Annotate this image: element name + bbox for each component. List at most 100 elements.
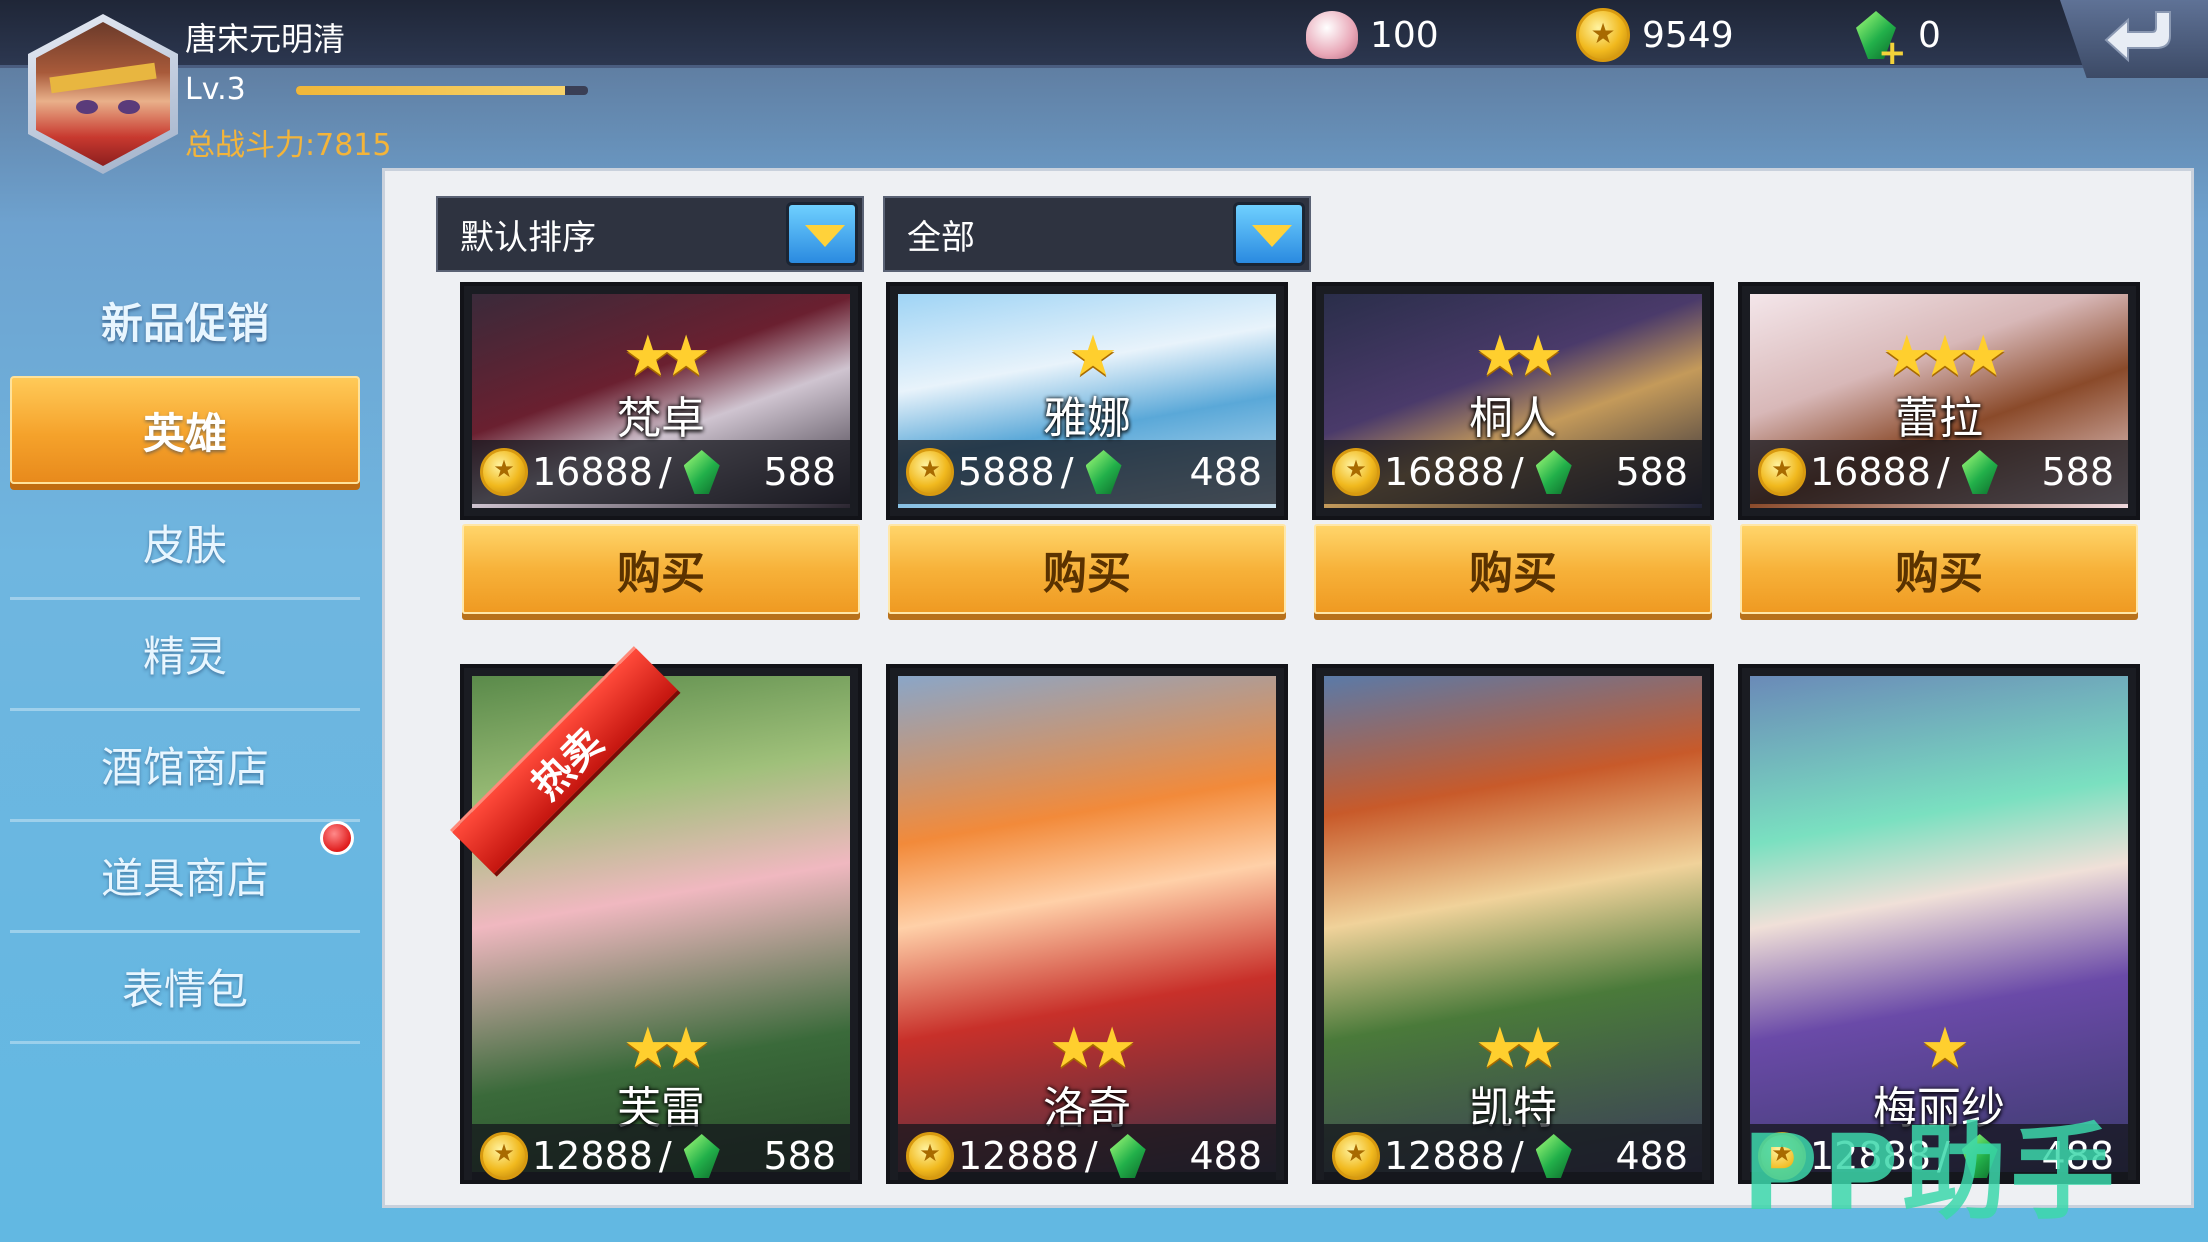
gem-icon	[1085, 450, 1122, 494]
coin-price: 12888	[1384, 1134, 1505, 1178]
notification-badge	[320, 821, 354, 855]
watermark: PP助手	[1742, 1112, 2119, 1234]
player-name: 唐宋元明清	[185, 20, 346, 58]
gem-icon	[683, 1134, 720, 1178]
price-row: 12888 / 488	[898, 1124, 1276, 1180]
gem-count: 0	[1918, 14, 1941, 56]
coin-icon	[906, 1132, 954, 1180]
coin-icon	[1332, 1132, 1380, 1180]
price-separator: /	[1936, 450, 1950, 494]
sidebar-item-item-shop[interactable]: 道具商店	[10, 821, 360, 933]
gem-price: 588	[1615, 450, 1688, 494]
hero-card[interactable]: ★ 雅娜 5888 / 488	[886, 282, 1288, 520]
price-row: 5888 / 488	[898, 440, 1276, 504]
gem-icon	[1535, 1134, 1572, 1178]
avatar-portrait	[36, 22, 170, 166]
hero-card[interactable]: ★★ 梵卓 16888 / 588	[460, 282, 862, 520]
sidebar-item-skins[interactable]: 皮肤	[10, 488, 360, 600]
avatar-eye-right	[118, 100, 140, 114]
gem-price: 588	[763, 450, 836, 494]
price-separator: /	[1510, 1134, 1524, 1178]
hero-card[interactable]: ★★ 芙雷 12888 / 588	[460, 664, 862, 1184]
star-rating: ★★★	[1881, 324, 2009, 389]
coin-price: 12888	[958, 1134, 1079, 1178]
gem-icon	[1535, 450, 1572, 494]
hero-card[interactable]: ★★★ 蕾拉 16888 / 588	[1738, 282, 2140, 520]
buy-button[interactable]: 购买	[888, 524, 1286, 614]
gem-price: 588	[2041, 450, 2114, 494]
sidebar-item-label: 精灵	[142, 632, 227, 681]
coin-price: 16888	[1810, 450, 1931, 494]
hero-card[interactable]: ★★ 桐人 16888 / 588	[1312, 282, 1714, 520]
exp-bar-fill	[296, 86, 565, 95]
gem-icon	[683, 450, 720, 494]
coin-price: 16888	[1384, 450, 1505, 494]
coin-icon	[1758, 448, 1806, 496]
avatar-eye-left	[76, 100, 98, 114]
sidebar-item-heroes[interactable]: 英雄	[10, 376, 360, 484]
price-separator: /	[1060, 450, 1074, 494]
coin-price: 12888	[532, 1134, 653, 1178]
price-row: 16888 / 588	[1324, 440, 1702, 504]
player-level: Lv.3	[185, 72, 246, 107]
price-separator: /	[658, 450, 672, 494]
hero-name: 雅娜	[1043, 393, 1131, 444]
gem-price: 588	[763, 1134, 836, 1178]
chevron-down-icon[interactable]	[786, 202, 858, 266]
coin-price: 5888	[958, 450, 1055, 494]
coin-icon	[480, 448, 528, 496]
buy-button[interactable]: 购买	[1740, 524, 2138, 614]
gem-icon	[1961, 450, 1998, 494]
price-row: 16888 / 588	[472, 440, 850, 504]
star-rating: ★	[1067, 324, 1118, 389]
hero-card[interactable]: ★★ 凯特 12888 / 488	[1312, 664, 1714, 1184]
coin-icon	[906, 448, 954, 496]
total-power: 总战斗力:7815	[185, 128, 392, 163]
price-separator: /	[1084, 1134, 1098, 1178]
hero-name: 梵卓	[617, 393, 705, 444]
category-dropdown-value: 全部	[907, 217, 975, 258]
coin-icon	[1332, 448, 1380, 496]
star-rating: ★★	[1474, 324, 1563, 389]
sidebar-item-label: 酒馆商店	[100, 743, 269, 792]
gem-price: 488	[1189, 450, 1262, 494]
buy-button[interactable]: 购买	[462, 524, 860, 614]
chevron-down-icon[interactable]	[1233, 202, 1305, 266]
category-dropdown[interactable]: 全部	[883, 196, 1311, 272]
gem-price: 488	[1615, 1134, 1688, 1178]
sidebar-item-label: 英雄	[142, 408, 227, 458]
add-gem-icon[interactable]: +	[1878, 36, 1907, 70]
shell-resource: 100	[1306, 10, 1439, 60]
sidebar-item-emotes[interactable]: 表情包	[10, 932, 360, 1044]
avatar-headband	[49, 62, 157, 94]
price-row: 12888 / 588	[472, 1124, 850, 1180]
gem-price: 488	[1189, 1134, 1262, 1178]
coin-count: 9549	[1642, 14, 1734, 56]
buy-button[interactable]: 购买	[1314, 524, 1712, 614]
star-rating: ★★	[622, 324, 711, 389]
coin-resource: 9549	[1576, 8, 1734, 62]
price-separator: /	[658, 1134, 672, 1178]
back-arrow-icon	[2104, 11, 2171, 63]
shell-count: 100	[1370, 14, 1439, 56]
coin-icon	[1576, 8, 1630, 62]
price-row: 16888 / 588	[1750, 440, 2128, 504]
coin-price: 16888	[532, 450, 653, 494]
price-row: 12888 / 488	[1324, 1124, 1702, 1180]
sidebar-title: 新品促销	[100, 299, 269, 348]
sort-dropdown[interactable]: 默认排序	[436, 196, 864, 272]
sort-dropdown-value: 默认排序	[460, 217, 596, 258]
sidebar-item-label: 表情包	[121, 965, 248, 1014]
shell-icon	[1306, 11, 1358, 59]
gem-icon	[1109, 1134, 1146, 1178]
hero-card[interactable]: ★★ 洛奇 12888 / 488	[886, 664, 1288, 1184]
sidebar-item-label: 道具商店	[100, 854, 269, 903]
sidebar-item-tavern-shop[interactable]: 酒馆商店	[10, 710, 360, 822]
sidebar-item-spirits[interactable]: 精灵	[10, 599, 360, 711]
price-separator: /	[1510, 450, 1524, 494]
sidebar-item-label: 皮肤	[142, 521, 227, 570]
hero-name: 桐人	[1469, 393, 1557, 444]
coin-icon	[480, 1132, 528, 1180]
hero-name: 蕾拉	[1895, 393, 1983, 444]
exp-bar	[296, 86, 588, 95]
